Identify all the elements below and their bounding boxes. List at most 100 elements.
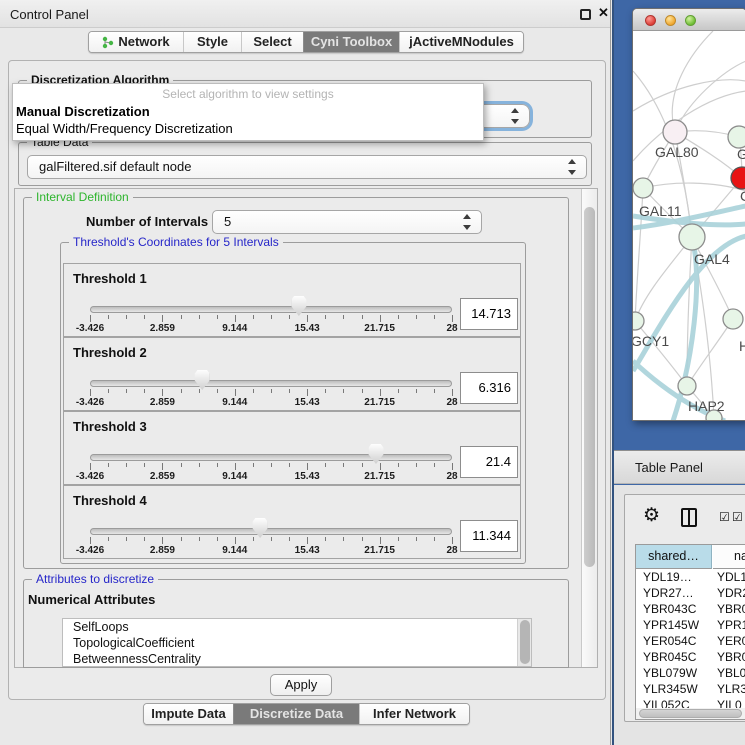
number-of-intervals-label: Number of Intervals bbox=[86, 214, 208, 229]
tab-discretize-data[interactable]: Discretize Data bbox=[233, 704, 359, 724]
horizontal-scrollbar[interactable] bbox=[636, 708, 745, 719]
slider-track[interactable] bbox=[90, 380, 452, 387]
list-scrollbar[interactable] bbox=[517, 619, 531, 666]
list-item[interactable]: SelfLoops bbox=[63, 619, 531, 635]
scrollbar-thumb[interactable] bbox=[520, 620, 530, 664]
table-row[interactable]: YPR145WYPR1 bbox=[636, 617, 745, 633]
threshold-slider[interactable]: -3.4262.8599.14415.4321.71528 bbox=[90, 412, 452, 486]
column-header-name[interactable]: na bbox=[713, 545, 745, 569]
table-row[interactable]: YBL079WYBL0 bbox=[636, 665, 745, 681]
table-panel-title: Table Panel bbox=[635, 460, 703, 475]
table-data-combobox[interactable]: galFiltered.sif default node bbox=[27, 155, 587, 179]
node-g[interactable] bbox=[728, 126, 745, 148]
node-gcy1[interactable] bbox=[633, 312, 644, 330]
table-row[interactable]: YLR345WYLR3 bbox=[636, 681, 745, 697]
slider-tick-labels: -3.4262.8599.14415.4321.71528 bbox=[90, 397, 452, 409]
table-data-group: Table Data galFiltered.sif default node bbox=[18, 142, 592, 186]
dropdown-option-equal-width[interactable]: Equal Width/Frequency Discretization bbox=[15, 121, 483, 136]
node-hap2[interactable] bbox=[678, 377, 696, 395]
checkbox-icon[interactable]: ☑ bbox=[719, 510, 730, 524]
slider-ticks bbox=[90, 537, 452, 545]
threshold-slider[interactable]: -3.4262.8599.14415.4321.71528 bbox=[90, 486, 452, 560]
table-row[interactable]: YBR043CYBR0 bbox=[636, 601, 745, 617]
settings-scrollpane: Interval Definition Number of Intervals … bbox=[14, 188, 598, 668]
column-layout-icon[interactable] bbox=[681, 508, 697, 527]
number-of-intervals-combobox[interactable]: 5 bbox=[212, 210, 482, 234]
table-row[interactable]: YBR045CYBR0 bbox=[636, 649, 745, 665]
svg-text:GAL80: GAL80 bbox=[655, 144, 699, 160]
tab-cyni-toolbox[interactable]: Cyni Toolbox bbox=[303, 32, 399, 52]
table-panel-titlebar: Table Panel bbox=[614, 450, 745, 484]
column-header-shared[interactable]: shared… bbox=[636, 545, 712, 569]
threshold-value-field[interactable]: 21.4 bbox=[460, 446, 518, 478]
table-row[interactable]: YDR27…YDR2 bbox=[636, 585, 745, 601]
dropdown-option-manual[interactable]: Manual Discretization bbox=[15, 104, 483, 119]
slider-ticks bbox=[90, 315, 452, 323]
attributes-group: Attributes to discretize Numerical Attri… bbox=[23, 579, 569, 668]
spinner-arrows-icon bbox=[511, 105, 520, 127]
top-tab-bar: Network Style Select Cyni Toolbox jActiv… bbox=[88, 31, 524, 53]
apply-button[interactable]: Apply bbox=[270, 674, 332, 696]
slider-handle-icon[interactable] bbox=[195, 370, 210, 390]
bottom-tab-bar: Impute Data Discretize Data Infer Networ… bbox=[143, 703, 470, 725]
tab-network[interactable]: Network bbox=[89, 32, 183, 52]
threshold-value-field[interactable]: 14.713 bbox=[460, 298, 518, 330]
cytoscape-desktop: GAL80 G C GAL11 GAL4 GCY1 H HAP2 Table P… bbox=[612, 0, 745, 745]
svg-text:G: G bbox=[737, 146, 745, 162]
table-row[interactable]: YDL19…YDL1 bbox=[636, 569, 745, 585]
panel-title: Control Panel bbox=[10, 7, 89, 22]
checkbox-icon[interactable]: ☑ bbox=[732, 510, 743, 524]
node-attribute-table[interactable]: shared… na YDL19…YDL1YDR27…YDR2YBR043CYB… bbox=[635, 544, 745, 720]
spinner-arrows-icon bbox=[463, 211, 472, 233]
slider-track[interactable] bbox=[90, 454, 452, 461]
threshold-panel: Threshold 1-3.4262.8599.14415.4321.71528… bbox=[63, 263, 521, 337]
slider-handle-icon[interactable] bbox=[253, 518, 268, 538]
list-item[interactable]: BetweennessCentrality bbox=[63, 651, 531, 667]
gear-icon[interactable]: ⚙ bbox=[643, 504, 660, 527]
dropdown-hint: Select algorithm to view settings bbox=[13, 87, 483, 101]
group-title: Interval Definition bbox=[32, 190, 133, 204]
table-panel-container: ⚙ ☑ ☑ shared… na YDL19…YDL1YDR27…YDR2YBR… bbox=[624, 494, 745, 722]
node-gal11[interactable] bbox=[633, 178, 653, 198]
tab-style[interactable]: Style bbox=[183, 32, 241, 52]
network-window-titlebar[interactable] bbox=[633, 9, 745, 31]
network-icon bbox=[102, 36, 114, 49]
scrollbar-thumb[interactable] bbox=[639, 709, 742, 718]
threshold-slider[interactable]: -3.4262.8599.14415.4321.71528 bbox=[90, 264, 452, 338]
svg-text:C: C bbox=[740, 188, 745, 204]
svg-text:GAL4: GAL4 bbox=[694, 251, 730, 267]
node-gal80[interactable] bbox=[663, 120, 687, 144]
node-gal4[interactable] bbox=[679, 224, 705, 250]
slider-handle-icon[interactable] bbox=[291, 296, 306, 316]
threshold-value-field[interactable]: 11.344 bbox=[460, 520, 518, 552]
network-view-window: GAL80 G C GAL11 GAL4 GCY1 H HAP2 bbox=[632, 8, 745, 421]
vertical-scrollbar[interactable] bbox=[581, 189, 597, 667]
svg-text:GAL11: GAL11 bbox=[639, 203, 682, 219]
slider-track[interactable] bbox=[90, 306, 452, 313]
slider-handle-icon[interactable] bbox=[368, 444, 383, 464]
float-window-icon[interactable] bbox=[580, 9, 591, 20]
table-row[interactable]: YER054CYER0 bbox=[636, 633, 745, 649]
network-canvas[interactable]: GAL80 G C GAL11 GAL4 GCY1 H HAP2 bbox=[633, 31, 745, 421]
close-traffic-light-icon[interactable] bbox=[645, 15, 656, 26]
tab-impute-data[interactable]: Impute Data bbox=[144, 704, 233, 724]
numerical-attributes-list[interactable]: SelfLoops TopologicalCoefficient Between… bbox=[62, 618, 532, 667]
threshold-value-field[interactable]: 6.316 bbox=[460, 372, 518, 404]
svg-text:GCY1: GCY1 bbox=[633, 333, 669, 349]
table-panel: ⚙ ☑ ☑ shared… na YDL19…YDL1YDR27…YDR2YBR… bbox=[614, 485, 745, 745]
slider-track[interactable] bbox=[90, 528, 452, 535]
slider-ticks bbox=[90, 389, 452, 397]
threshold-slider[interactable]: -3.4262.8599.14415.4321.71528 bbox=[90, 338, 452, 412]
tab-infer-network[interactable]: Infer Network bbox=[359, 704, 469, 724]
slider-tick-labels: -3.4262.8599.14415.4321.71528 bbox=[90, 471, 452, 483]
list-item[interactable]: TopologicalCoefficient bbox=[63, 635, 531, 651]
tab-select[interactable]: Select bbox=[241, 32, 303, 52]
scrollbar-thumb[interactable] bbox=[584, 207, 595, 567]
minimize-traffic-light-icon[interactable] bbox=[665, 15, 676, 26]
slider-tick-labels: -3.4262.8599.14415.4321.71528 bbox=[90, 545, 452, 557]
close-icon[interactable]: ✕ bbox=[598, 5, 609, 21]
node-h[interactable] bbox=[723, 309, 743, 329]
zoom-traffic-light-icon[interactable] bbox=[685, 15, 696, 26]
tab-jactivemnodules[interactable]: jActiveMNodules bbox=[399, 32, 523, 52]
threshold-panel: Threshold 3-3.4262.8599.14415.4321.71528… bbox=[63, 411, 521, 485]
